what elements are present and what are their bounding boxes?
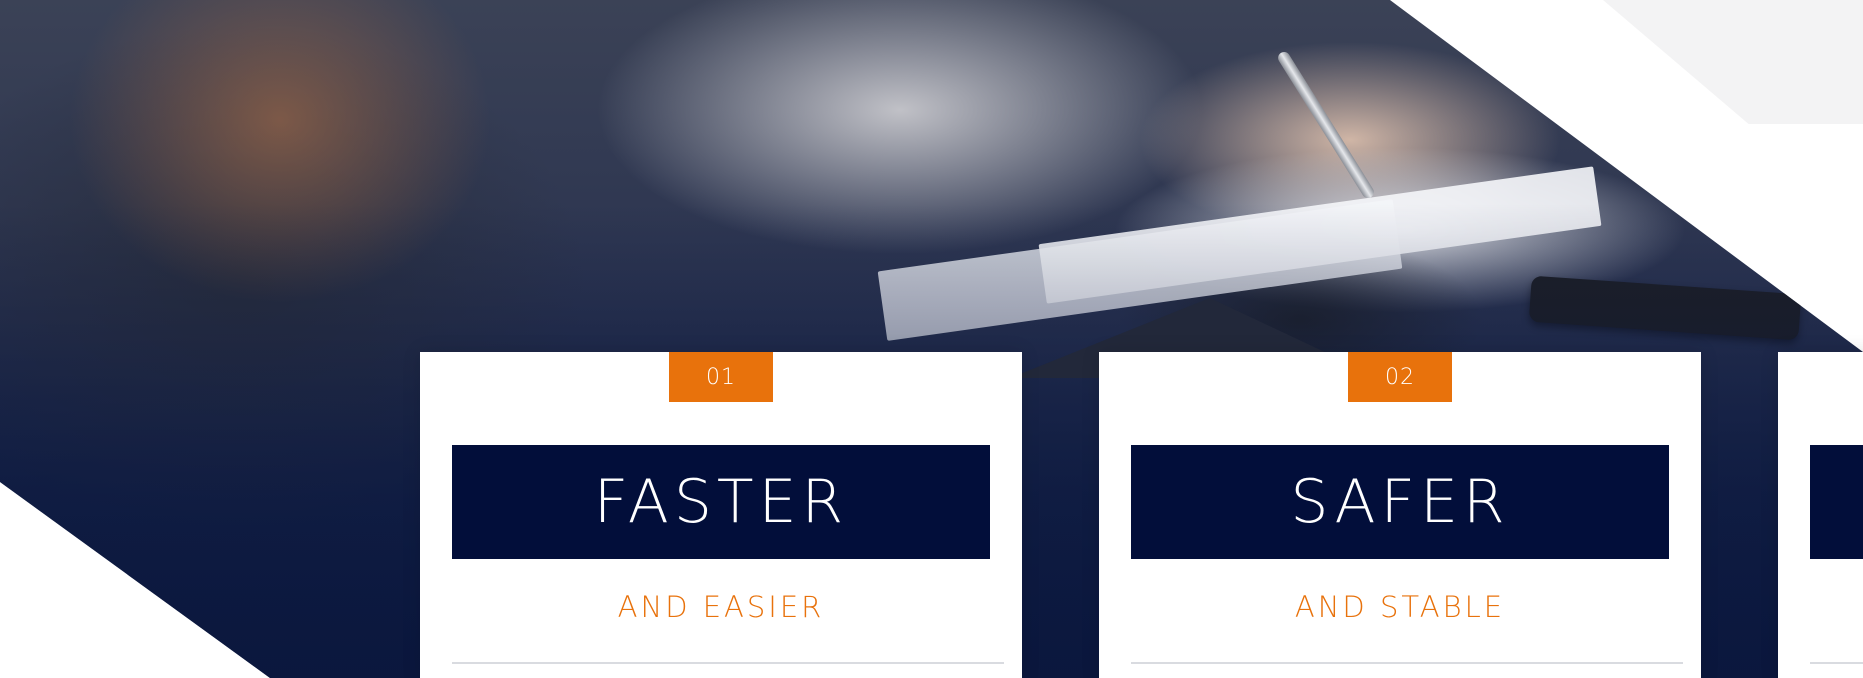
- card-subtitle: AND EASIER: [617, 590, 825, 624]
- card-title: FASTER: [452, 445, 990, 559]
- card-divider: [1810, 662, 1863, 664]
- card-subtitle: AND STABLE: [1294, 590, 1506, 624]
- feature-card: 01 FASTER AND EASIER: [420, 352, 1022, 678]
- card-number-badge: 02: [1348, 352, 1452, 402]
- feature-section: 01 FASTER AND EASIER 02 SAFER AND STABLE: [0, 0, 1863, 678]
- card-title: [1810, 445, 1863, 559]
- card-divider: [1131, 662, 1683, 664]
- feature-card: 02 SAFER AND STABLE: [1099, 352, 1701, 678]
- card-divider: [452, 662, 1004, 664]
- feature-card: [1778, 352, 1863, 678]
- card-number-badge: 01: [669, 352, 773, 402]
- card-title: SAFER: [1131, 445, 1669, 559]
- corner-decoration: [1603, 0, 1863, 124]
